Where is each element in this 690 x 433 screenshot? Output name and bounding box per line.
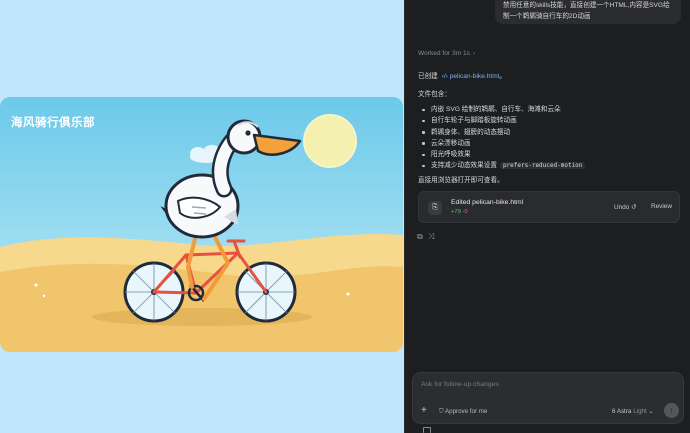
- inline-code: prefers-reduced-motion: [499, 162, 586, 170]
- approve-label: Approve for me: [445, 408, 488, 415]
- worked-for-label: Worked for 3m 1s: [418, 50, 470, 57]
- created-line: 已创建 ‹/› pelican-bike.html。: [418, 70, 506, 80]
- user-message-line: 禁用任意的skills技能，直接创建一个HTML,内容是SVG绘: [503, 2, 670, 9]
- list-item: 自行车轮子与脚踏板旋转动画: [418, 115, 585, 126]
- list-item: 鹈鹕身体、翅膀的动态摆动: [418, 127, 585, 138]
- scene-title: 海风骑行俱乐部: [11, 117, 95, 129]
- list-item: 支持减少动态效果设置 prefers-reduced-motion: [418, 160, 586, 171]
- composer: + ⛉ Approve for me 6 AstraLight ⌄ ↑: [412, 372, 684, 424]
- user-message-line: 制一个鹈鹕骑自行车的2D动画: [503, 13, 591, 20]
- file-link[interactable]: ‹/› pelican-bike.html: [442, 73, 500, 80]
- add-attachment-button[interactable]: +: [421, 406, 427, 416]
- code-icon: ‹/›: [441, 73, 448, 80]
- chevron-down-icon: ⌄: [648, 408, 654, 415]
- edit-title: Edited pelican-bike.html: [451, 199, 524, 206]
- list-item: 阳光呼吸效果: [418, 149, 585, 160]
- preview-pane: 海风骑行俱乐部: [0, 0, 404, 433]
- pelican-bike-scene: [0, 114, 403, 352]
- undo-label: Undo: [614, 204, 630, 211]
- undo-icon: ↺: [631, 204, 637, 211]
- undo-button[interactable]: Undo ↺: [614, 203, 636, 211]
- fork-icon[interactable]: ⤨: [428, 232, 434, 242]
- worked-for-toggle[interactable]: Worked for 3m 1s ›: [418, 50, 475, 57]
- model-label: 6 Astra: [612, 408, 632, 415]
- scene-card: 海风骑行俱乐部: [0, 97, 403, 352]
- user-message: 禁用任意的skills技能，直接创建一个HTML,内容是SVG绘 制一个鹈鹕骑自…: [495, 0, 681, 24]
- arrow-up-icon: ↑: [669, 406, 674, 415]
- file-link-label: pelican-bike.html: [449, 73, 500, 80]
- effort-label: Light: [633, 408, 647, 415]
- send-button[interactable]: ↑: [664, 403, 679, 418]
- created-suffix: 。: [499, 73, 506, 80]
- front-dune: [0, 263, 403, 352]
- approve-toggle[interactable]: ⛉ Approve for me: [439, 408, 487, 416]
- open-hint: 直接用浏览器打开即可查看。: [418, 177, 504, 184]
- diff-stats: +79 -0: [451, 209, 468, 215]
- list-item-text: 支持减少动态效果设置: [431, 162, 497, 170]
- follow-up-input[interactable]: [421, 381, 661, 388]
- file-edit-icon: ⎘: [428, 201, 442, 215]
- pelican-eye: [245, 130, 251, 136]
- model-selector[interactable]: 6 Astra Light ⌄: [612, 408, 654, 415]
- feature-list: 内嵌 SVG 绘制的鹈鹕、自行车、海滩和云朵 自行车轮子与脚踏板旋转动画 鹈鹕身…: [418, 104, 586, 172]
- chat-panel: 禁用任意的skills技能，直接创建一个HTML,内容是SVG绘 制一个鹈鹕骑自…: [404, 0, 690, 433]
- diff-deletions: -0: [462, 209, 468, 215]
- shield-icon: ⛉: [439, 408, 444, 415]
- edit-summary-card[interactable]: ⎘ Edited pelican-bike.html +79 -0 Undo ↺…: [418, 191, 680, 223]
- sun: [303, 114, 357, 168]
- copy-icon[interactable]: ⧉: [417, 232, 423, 242]
- collapsed-panel-icon[interactable]: [423, 427, 431, 433]
- created-prefix: 已创建: [418, 73, 438, 80]
- pelican-beak: [252, 133, 302, 156]
- file-contents-heading: 文件包含：: [418, 91, 451, 98]
- diff-additions: +79: [451, 209, 461, 215]
- list-item: 内嵌 SVG 绘制的鹈鹕、自行车、海滩和云朵: [418, 104, 585, 115]
- list-item: 云朵漂移动画: [418, 138, 585, 149]
- chevron-right-icon: ›: [472, 50, 476, 57]
- review-button[interactable]: Review: [651, 203, 672, 210]
